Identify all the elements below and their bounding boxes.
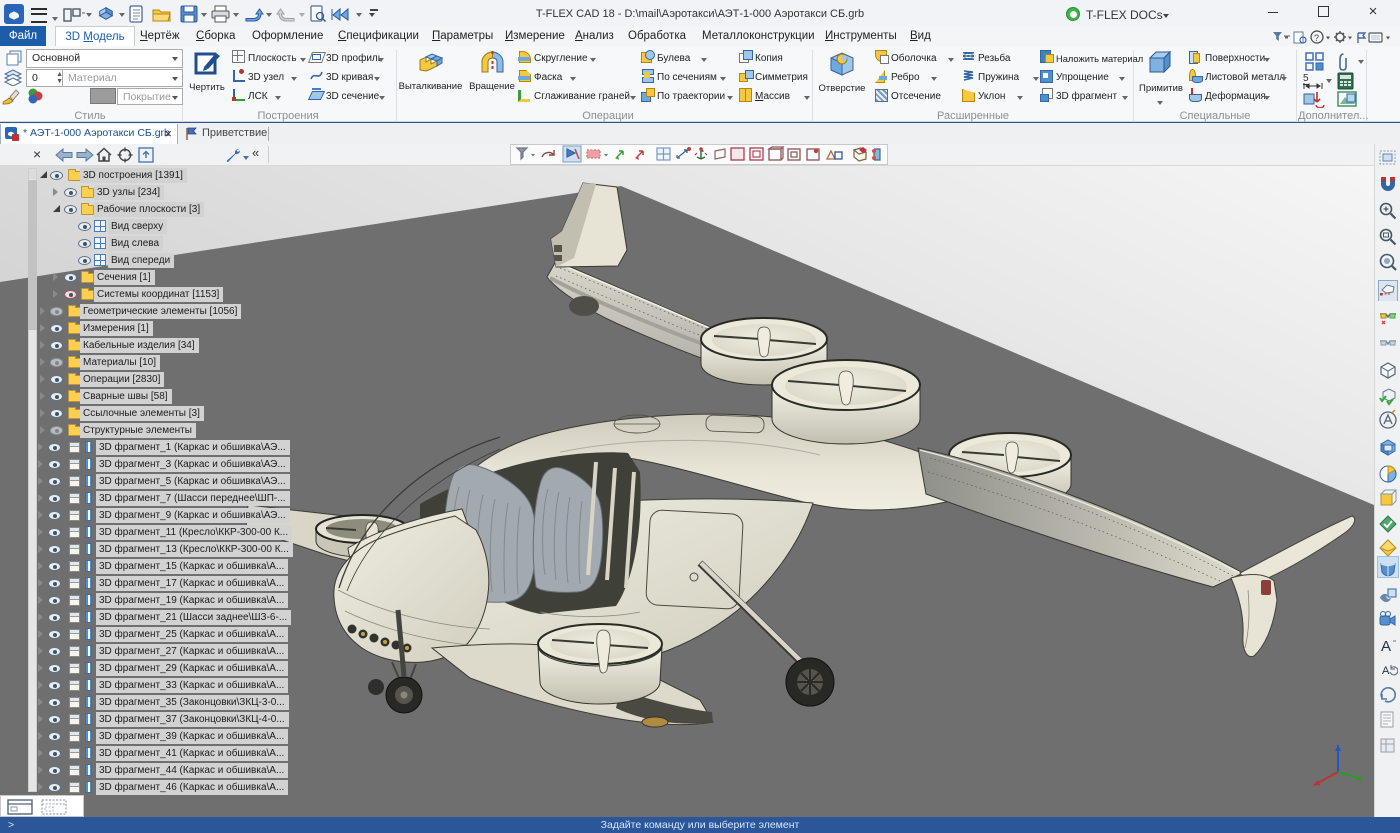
svg-text:?: ? xyxy=(1314,33,1319,43)
svg-text:A: A xyxy=(1382,665,1390,677)
svg-text:A: A xyxy=(1381,638,1391,655)
